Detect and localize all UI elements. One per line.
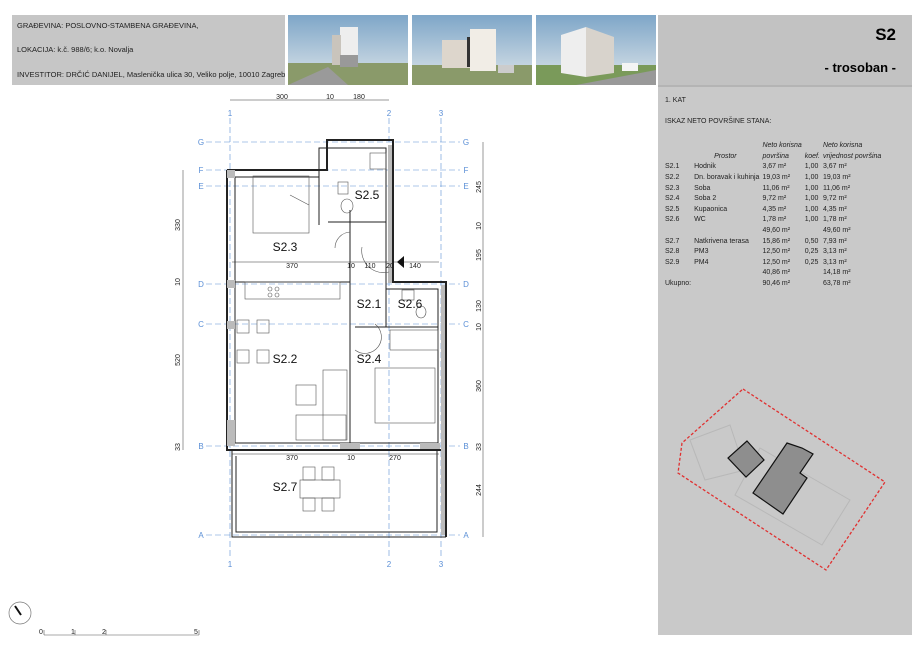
dimension-label: 330 bbox=[175, 219, 182, 231]
wall-hatch bbox=[227, 145, 445, 535]
dimension-label: 110 bbox=[364, 263, 375, 270]
scale-label: 5 bbox=[194, 629, 198, 636]
scale-label: 2 bbox=[102, 629, 106, 636]
dimension-label: 195 bbox=[476, 249, 483, 261]
axis-label-row: D bbox=[463, 280, 469, 289]
axis-label-row: C bbox=[463, 320, 469, 329]
axis-label-row: G bbox=[463, 138, 469, 147]
room-label: S2.7 bbox=[273, 480, 298, 494]
room-label: S2.2 bbox=[273, 352, 298, 366]
dimension-label: 10 bbox=[175, 278, 182, 286]
furniture bbox=[236, 152, 439, 512]
dimension-label: 180 bbox=[353, 94, 365, 101]
axis-label-row: E bbox=[198, 182, 203, 191]
axis-label-row: G bbox=[198, 138, 204, 147]
dimension-label: 10 bbox=[347, 455, 355, 462]
axis-label-row: B bbox=[463, 442, 468, 451]
drawing-sheet: GRAĐEVINA: POSLOVNO-STAMBENA GRAĐEVINA, … bbox=[0, 0, 919, 647]
axis-label-row: A bbox=[463, 531, 469, 540]
dimension-label: 300 bbox=[276, 94, 288, 101]
dimension-label: 370 bbox=[286, 263, 298, 270]
room-label: S2.6 bbox=[398, 297, 423, 311]
scale-label: 0 bbox=[39, 629, 43, 636]
axis-label-row: B bbox=[198, 442, 203, 451]
scale-label: 1 bbox=[71, 629, 75, 636]
dimension-label: 10 bbox=[476, 323, 483, 331]
dimension-label: 130 bbox=[476, 300, 483, 312]
room-label: S2.4 bbox=[357, 352, 382, 366]
dimension-label: 33 bbox=[476, 443, 483, 451]
axis-label-col: 1 bbox=[228, 109, 233, 118]
building-annex bbox=[727, 440, 765, 478]
axis-label-col: 2 bbox=[387, 109, 392, 118]
axis-label-col: 2 bbox=[387, 560, 392, 569]
axis-label-row: F bbox=[464, 166, 469, 175]
floor-plan: 112233G GF FE ED DC CB BA A S2.5S2.3S2.1… bbox=[8, 94, 886, 636]
dimension-label: 20 bbox=[386, 263, 394, 270]
room-label: S2.5 bbox=[355, 188, 380, 202]
axis-label-col: 3 bbox=[439, 109, 444, 118]
axis-label-col: 3 bbox=[439, 560, 444, 569]
dimension-label: 140 bbox=[409, 263, 421, 270]
axis-label-col: 1 bbox=[228, 560, 233, 569]
dimension-label: 520 bbox=[175, 354, 182, 366]
entrance-arrow-icon bbox=[397, 256, 404, 268]
dimension-label: 33 bbox=[175, 443, 182, 451]
dimension-label: 10 bbox=[347, 263, 355, 270]
site-plan bbox=[677, 388, 886, 571]
room-label: S2.1 bbox=[357, 297, 382, 311]
axis-label-row: A bbox=[198, 531, 204, 540]
axis-label-row: C bbox=[198, 320, 204, 329]
dimension-label: 244 bbox=[476, 484, 483, 496]
axis-label-row: D bbox=[198, 280, 204, 289]
scale-bar bbox=[43, 630, 200, 636]
building-main bbox=[752, 442, 814, 515]
walls bbox=[226, 139, 447, 538]
dimension-label: 245 bbox=[476, 181, 483, 193]
dimension-label: 360 bbox=[476, 380, 483, 392]
room-label: S2.3 bbox=[273, 240, 298, 254]
axis-label-row: E bbox=[463, 182, 468, 191]
dimension-label: 10 bbox=[476, 222, 483, 230]
grid-lines bbox=[206, 118, 460, 558]
dimension-label: 10 bbox=[326, 94, 334, 101]
dimension-label: 270 bbox=[389, 455, 401, 462]
dimension-label: 370 bbox=[286, 455, 298, 462]
axis-label-row: F bbox=[199, 166, 204, 175]
